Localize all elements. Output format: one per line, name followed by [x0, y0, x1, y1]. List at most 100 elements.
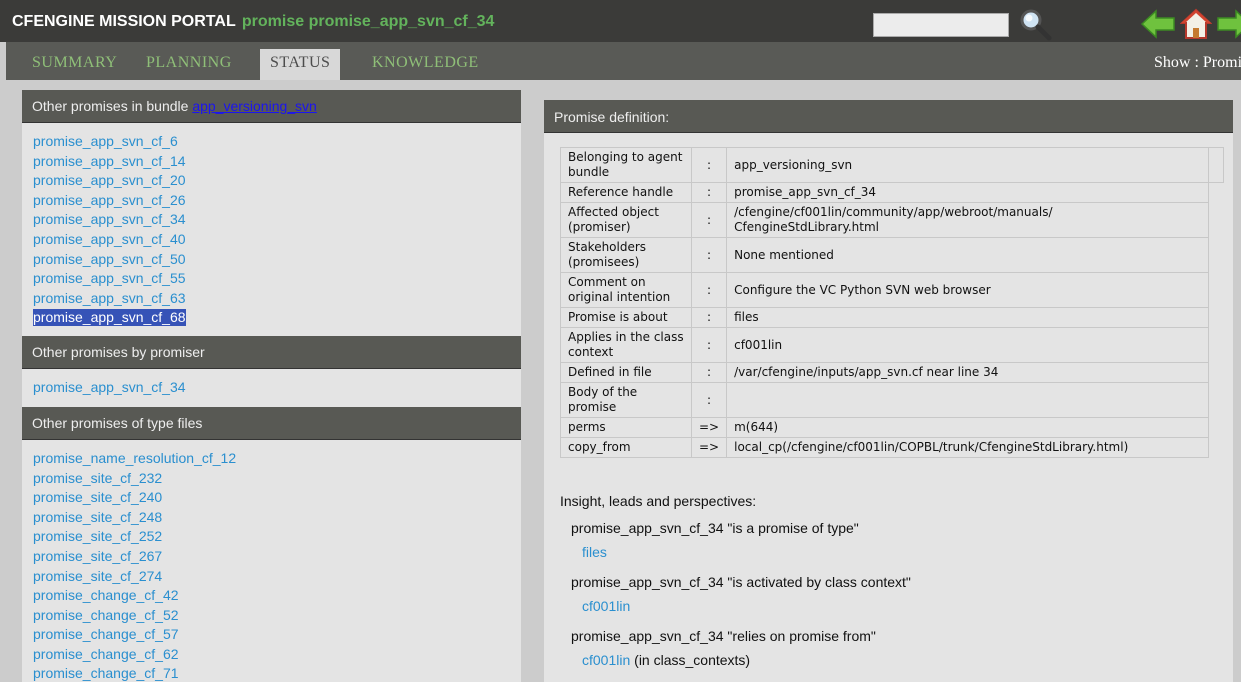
type-promise-link[interactable]: promise_change_cf_42 [33, 586, 510, 606]
promiser-panel-title: Other promises by promiser [32, 344, 205, 361]
definition-separator: : [690, 147, 728, 183]
definition-value: Configure the VC Python SVN web browser [726, 272, 1210, 308]
type-promise-link[interactable]: promise_site_cf_232 [33, 469, 510, 489]
definition-row: Belonging to agent bundle: app_versioning… [560, 147, 1225, 183]
insight-target: cf001lin [582, 598, 1220, 614]
definition-row: Comment on original intention: Configure … [560, 272, 1224, 308]
insight-section: Insight, leads and perspectives: promise… [560, 493, 1220, 682]
type-promise-link[interactable]: promise_site_cf_267 [33, 547, 510, 567]
page-subtitle: promise promise_app_svn_cf_34 [241, 13, 495, 30]
type-promise-link[interactable]: promise_site_cf_240 [33, 488, 510, 508]
bundle-promise-link[interactable]: promise_app_svn_cf_26 [33, 191, 510, 211]
definition-value[interactable]: /cfengine/cf001lin/community/app/webroot… [726, 202, 1210, 238]
type-promise-link[interactable]: promise_site_cf_252 [33, 527, 510, 547]
definition-key[interactable]: perms [560, 417, 692, 438]
definition-key: Belonging to agent bundle [560, 147, 692, 183]
definition-value: /var/cfengine/inputs/app_svn.cf near lin… [726, 362, 1210, 383]
definition-row: Promise is about: files [560, 307, 1224, 328]
left-column: Other promises in bundle app_versioning_… [22, 90, 521, 682]
definition-separator: : [690, 362, 728, 383]
type-promise-link[interactable]: promise_change_cf_52 [33, 606, 510, 626]
definition-row: Applies in the class context: cf001lin [560, 327, 1224, 363]
type-promise-link[interactable]: promise_site_cf_248 [33, 508, 510, 528]
insight-statement: promise_app_svn_cf_34 "is activated by c… [571, 574, 911, 590]
definition-panel-title: Promise definition: [554, 109, 670, 125]
definition-panel: Promise definition: Belonging to agent b… [544, 100, 1233, 682]
tab-status[interactable]: STATUS [260, 49, 341, 80]
insight-target-link[interactable]: cf001lin [582, 652, 630, 668]
bundle-promise-link[interactable]: promise_app_svn_cf_50 [33, 250, 510, 270]
definition-extra-cell [1208, 147, 1225, 183]
definition-panel-header: Promise definition: [544, 100, 1233, 133]
definition-row: Reference handle: promise_app_svn_cf_34 [560, 182, 1224, 203]
home-icon[interactable] [1180, 8, 1212, 40]
show-filter[interactable]: Show : Promi [1154, 54, 1241, 72]
definition-key: Stakeholders (promisees) [560, 237, 692, 273]
forward-arrow-icon[interactable] [1216, 9, 1241, 39]
portal-title: CFENGINE MISSION PORTAL promise promise_… [12, 13, 494, 31]
bundle-promise-link[interactable]: promise_app_svn_cf_34 [33, 210, 510, 230]
bundle-promise-link-selected[interactable]: promise_app_svn_cf_68 [33, 309, 186, 327]
definition-separator: : [690, 202, 728, 238]
definition-value[interactable]: m(644) [726, 417, 1210, 438]
type-panel-title: Other promises of type files [32, 414, 203, 431]
insight-statement: promise_app_svn_cf_34 "relies on promise… [571, 628, 876, 644]
insight-heading: Insight, leads and perspectives: [560, 493, 757, 509]
definition-separator: : [690, 327, 728, 363]
tab-knowledge[interactable]: KNOWLEDGE [362, 49, 489, 80]
definition-key: Applies in the class context [560, 327, 692, 363]
main-nav: SUMMARY PLANNING STATUS KNOWLEDGE Show :… [6, 42, 1241, 80]
definition-value[interactable]: cf001lin [726, 327, 1210, 363]
insight-statement: promise_app_svn_cf_34 "is a promise of t… [571, 520, 859, 536]
definition-value[interactable]: files [726, 307, 1210, 328]
bundle-promise-link[interactable]: promise_app_svn_cf_20 [33, 171, 510, 191]
definition-key: Affected object (promiser) [560, 202, 692, 238]
bundle-promise-link[interactable]: promise_app_svn_cf_6 [33, 132, 510, 152]
insight-target: files [582, 544, 1220, 560]
promiser-promise-link[interactable]: promise_app_svn_cf_34 [33, 378, 510, 398]
insight-target-link[interactable]: cf001lin [582, 598, 630, 614]
bundle-promise-link[interactable]: promise_app_svn_cf_14 [33, 152, 510, 172]
bundle-panel-header: Other promises in bundle app_versioning_… [22, 90, 521, 123]
definition-separator: => [690, 417, 728, 438]
bundle-panel-title: Other promises in bundle [32, 98, 193, 114]
definition-key: Comment on original intention [560, 272, 692, 308]
magnifier-icon[interactable] [1018, 7, 1052, 41]
definition-row: Defined in file:/var/cfengine/inputs/app… [560, 362, 1224, 383]
definition-value[interactable]: local_cp(/cfengine/cf001lin/COPBL/trunk/… [726, 437, 1210, 458]
type-panel-header: Other promises of type files [22, 406, 521, 440]
type-promise-link[interactable]: promise_change_cf_71 [33, 664, 510, 682]
tab-summary[interactable]: SUMMARY [22, 49, 127, 80]
insight-target: cf001lin (in class_contexts) [582, 652, 1220, 668]
bundle-promise-link[interactable]: promise_app_svn_cf_63 [33, 289, 510, 309]
definition-key: Promise is about [560, 307, 692, 328]
bundle-panel-body: promise_app_svn_cf_6 promise_app_svn_cf_… [22, 123, 521, 337]
definition-value: None mentioned [726, 237, 1210, 273]
tab-planning[interactable]: PLANNING [136, 49, 242, 80]
type-promise-link[interactable]: promise_name_resolution_cf_12 [33, 449, 510, 469]
bundle-promise-link[interactable]: promise_app_svn_cf_40 [33, 230, 510, 250]
definition-key[interactable]: copy_from [560, 437, 692, 458]
definition-row: Body of the promise: [560, 382, 1224, 418]
type-promise-link[interactable]: promise_site_cf_274 [33, 567, 510, 587]
definition-separator: : [690, 272, 728, 308]
definition-separator: : [690, 237, 728, 273]
brand-name: CFENGINE MISSION PORTAL [12, 13, 236, 30]
back-arrow-icon[interactable] [1140, 9, 1176, 39]
type-promise-link[interactable]: promise_change_cf_57 [33, 625, 510, 645]
bundle-link[interactable]: app_versioning_svn [192, 98, 317, 114]
insight-target-link[interactable]: files [582, 544, 607, 560]
definition-row: perms => m(644) [560, 417, 1224, 438]
definition-table: Belonging to agent bundle: app_versioning… [560, 147, 1225, 458]
definition-separator: : [690, 382, 728, 418]
definition-value[interactable]: promise_app_svn_cf_34 [726, 182, 1210, 203]
promiser-panel-header: Other promises by promiser [22, 336, 521, 370]
definition-row: Affected object (promiser):/cfengine/cf0… [560, 202, 1224, 238]
definition-row: copy_from => local_cp(/cfengine/cf001lin/C… [560, 437, 1224, 458]
type-promise-link[interactable]: promise_change_cf_62 [33, 645, 510, 665]
definition-key: Defined in file [560, 362, 692, 383]
bundle-promise-link[interactable]: promise_app_svn_cf_55 [33, 269, 510, 289]
top-bar: CFENGINE MISSION PORTAL promise promise_… [0, 0, 1241, 42]
definition-value[interactable]: app_versioning_svn [726, 147, 1210, 183]
search-input[interactable] [873, 13, 1009, 37]
